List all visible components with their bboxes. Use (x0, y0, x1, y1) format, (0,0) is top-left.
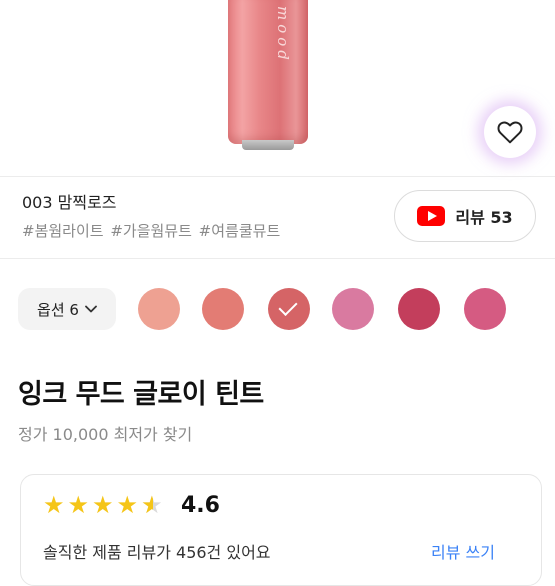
write-review-link[interactable]: 리뷰 쓰기 (431, 539, 495, 563)
wishlist-button[interactable] (484, 106, 536, 158)
lip-tint-tube (228, 0, 308, 144)
chevron-down-icon (85, 305, 97, 313)
star-icon: ★ (67, 491, 90, 519)
divider (0, 258, 555, 259)
color-swatch[interactable] (464, 288, 506, 330)
color-swatch[interactable] (138, 288, 180, 330)
price-line[interactable]: 정가 10,000 최저가 찾기 (18, 421, 192, 445)
color-swatch[interactable] (202, 288, 244, 330)
star-icon: ★ (141, 493, 163, 517)
options-dropdown[interactable]: 옵션 6 (18, 288, 116, 330)
video-review-button[interactable]: 리뷰 53 (394, 190, 536, 242)
star-icon: ★ (43, 491, 65, 519)
hashtags[interactable]: #봄웜라이트 #가을웜뮤트 #여름쿨뮤트 (22, 220, 280, 241)
review-summary-text: 솔직한 제품 리뷰가 456건 있어요 (43, 543, 271, 562)
review-count-label: 리뷰 53 (455, 208, 513, 227)
review-summary-card: ★★★★★ 4.6 솔직한 제품 리뷰가 456건 있어요 리뷰 쓰기 (20, 474, 542, 586)
star-rating: ★ ★ ★ ★ ★ (43, 493, 163, 517)
product-image: mood (0, 0, 555, 177)
color-swatch-selected[interactable] (268, 288, 310, 330)
color-swatch[interactable] (332, 288, 374, 330)
color-swatch[interactable] (398, 288, 440, 330)
star-icon: ★ (116, 491, 139, 519)
shade-name: 003 맘찍로즈 (22, 193, 117, 212)
star-icon: ★ (92, 491, 114, 519)
tube-label: mood (274, 6, 292, 64)
product-title: 잉크 무드 글로이 틴트 (18, 379, 264, 410)
options-label: 옵션 6 (37, 300, 79, 319)
tube-cap (242, 140, 294, 150)
heart-icon (497, 121, 523, 144)
youtube-icon (417, 206, 446, 226)
rating-value: 4.6 (181, 493, 220, 518)
